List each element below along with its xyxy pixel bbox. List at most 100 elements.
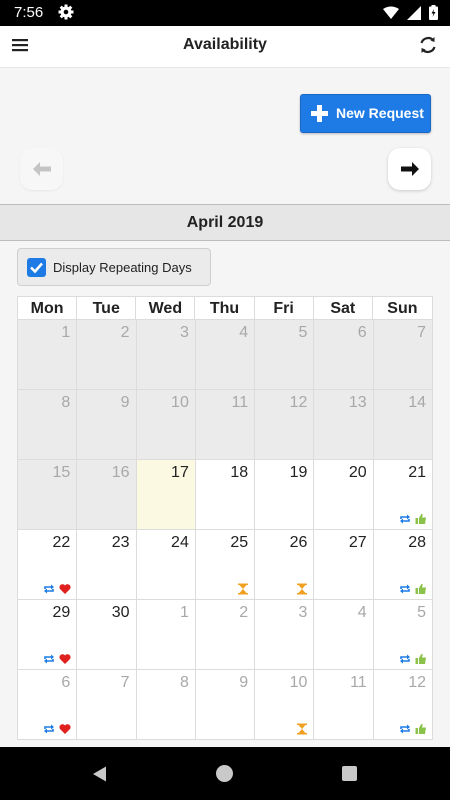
day-number: 28 [408,534,426,551]
calendar-day-cell[interactable]: 3 [136,320,196,390]
repeat-icon [399,724,410,734]
calendar-day-cell[interactable]: 16 [77,460,137,530]
arrow-right-icon [400,162,419,176]
battery-icon [429,5,438,20]
calendar-day-cell[interactable]: 6 [18,670,78,740]
calendar-day-cell[interactable]: 12 [373,670,433,740]
day-status-icons [237,583,249,595]
hourglass-icon [297,723,308,735]
refresh-icon[interactable] [418,35,438,55]
calendar-day-cell[interactable]: 11 [314,670,374,740]
day-status-icons [296,583,308,595]
day-number: 6 [357,324,367,341]
calendar-day-cell[interactable]: 26 [255,530,315,600]
calendar-day-cell[interactable]: 19 [255,460,315,530]
calendar-day-cell[interactable]: 9 [77,390,137,460]
recents-icon[interactable] [342,766,357,781]
day-number: 14 [408,394,426,411]
heart-icon [59,654,71,664]
calendar-day-cell[interactable]: 10 [136,390,196,460]
calendar-day-cell[interactable]: 1 [18,320,78,390]
day-number: 8 [179,674,189,691]
weekday-label: Wed [136,297,196,319]
new-request-label: New Request [336,105,424,121]
calendar-day-cell[interactable]: 8 [18,390,78,460]
calendar-day-cell[interactable]: 15 [18,460,78,530]
arrow-left-icon [32,162,51,176]
repeat-icon [399,654,410,664]
day-number: 17 [171,464,189,481]
calendar-day-cell[interactable]: 6 [314,320,374,390]
calendar-day-cell[interactable]: 7 [77,670,137,740]
calendar-day-cell[interactable]: 30 [77,600,137,670]
home-icon[interactable] [216,765,233,782]
gear-icon [58,4,74,20]
heart-icon [59,724,71,734]
day-status-icons [43,723,71,735]
calendar-day-cell[interactable]: 14 [373,390,433,460]
calendar-day-cell[interactable]: 8 [136,670,196,740]
calendar-day-cell[interactable]: 10 [255,670,315,740]
weekday-label: Fri [255,297,314,319]
new-request-button[interactable]: New Request [300,94,431,133]
display-repeating-days-toggle[interactable]: Display Repeating Days [17,248,211,286]
day-number: 21 [408,464,426,481]
day-number: 26 [289,534,308,551]
day-number: 23 [111,534,130,551]
back-icon[interactable] [91,766,107,782]
calendar-day-cell[interactable]: 7 [373,320,433,390]
calendar-day-cell[interactable]: 2 [195,600,256,670]
checkbox[interactable] [27,258,46,277]
day-number: 2 [239,604,249,621]
day-status-icons [43,583,71,595]
calendar-day-cell[interactable]: 11 [195,390,256,460]
calendar-day-cell[interactable]: 29 [18,600,78,670]
next-month-button[interactable] [388,148,431,190]
day-number: 8 [61,394,71,411]
calendar-day-cell[interactable]: 22 [18,530,78,600]
calendar-day-cell[interactable]: 28 [373,530,433,600]
day-number: 15 [52,464,71,481]
thumbs-up-icon [415,583,426,594]
calendar-day-cell[interactable]: 23 [77,530,137,600]
wifi-icon [383,6,399,19]
day-number: 7 [120,674,130,691]
day-number: 10 [289,674,308,691]
calendar-day-cell[interactable]: 17 [136,460,196,530]
calendar-day-cell[interactable]: 3 [255,600,315,670]
day-number: 6 [61,674,71,691]
calendar-day-cell[interactable]: 2 [77,320,137,390]
day-number: 29 [52,604,71,621]
calendar-day-cell[interactable]: 18 [195,460,256,530]
app-bar: Availability [0,26,450,68]
day-number: 1 [179,604,189,621]
hourglass-icon [238,583,249,595]
previous-month-button[interactable] [20,148,63,190]
day-number: 12 [289,394,308,411]
repeat-icon [399,514,410,524]
day-number: 16 [111,464,130,481]
calendar-day-cell[interactable]: 13 [314,390,374,460]
calendar-day-cell[interactable]: 21 [373,460,433,530]
calendar-day-cell[interactable]: 4 [195,320,256,390]
calendar-day-cell[interactable]: 24 [136,530,196,600]
calendar-day-cell[interactable]: 1 [136,600,196,670]
weekday-label: Mon [18,297,78,319]
day-number: 20 [348,464,367,481]
day-number: 19 [289,464,308,481]
thumbs-up-icon [415,513,426,524]
calendar-day-cell[interactable]: 4 [314,600,374,670]
calendar-day-cell[interactable]: 9 [195,670,256,740]
day-number: 4 [239,324,249,341]
calendar-day-cell[interactable]: 27 [314,530,374,600]
repeat-icon [399,584,410,594]
calendar-day-cell[interactable]: 5 [373,600,433,670]
day-status-icons [399,723,427,735]
day-number: 24 [171,534,189,551]
weekday-label: Sat [314,297,373,319]
calendar-day-cell[interactable]: 12 [255,390,315,460]
calendar-day-cell[interactable]: 20 [314,460,374,530]
calendar-day-cell[interactable]: 25 [195,530,256,600]
calendar-day-cell[interactable]: 5 [255,320,315,390]
heart-icon [59,584,71,594]
